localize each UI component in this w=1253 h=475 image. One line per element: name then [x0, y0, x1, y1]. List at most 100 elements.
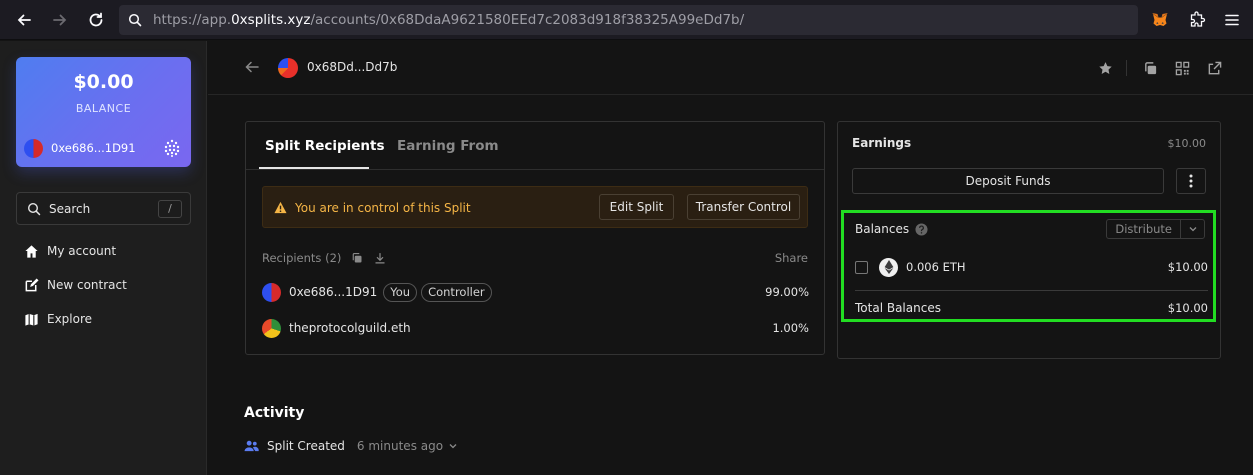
total-balances-label: Total Balances: [855, 301, 941, 315]
total-balances-row: Total Balances $10.00: [855, 301, 1208, 315]
tab-bar: Split Recipients Earning From: [246, 122, 824, 170]
ethereum-icon: [879, 257, 898, 277]
token-row: 0.006 ETH $10.00: [855, 255, 1208, 279]
token-checkbox[interactable]: [855, 260, 868, 274]
recipient-name: theprotocolguild.eth: [289, 321, 411, 335]
activity-item[interactable]: Split Created 6 minutes ago: [244, 439, 458, 453]
home-icon: [25, 244, 38, 258]
browser-toolbar: https://app.0xsplits.xyz/accounts/0x68Dd…: [0, 0, 1253, 40]
users-icon: [244, 440, 259, 452]
main-content: 0x68Dd...Dd7b Split Recipients Earning F…: [208, 41, 1253, 475]
qr-code-button[interactable]: [1173, 59, 1191, 77]
warning-text: You are in control of this Split: [295, 201, 471, 215]
nav-label: Explore: [47, 312, 93, 326]
url-domain: 0xsplits.xyz: [231, 12, 311, 28]
url-path: /accounts/0x68DdaA9621580EEd7c2083d918f3…: [310, 12, 745, 28]
star-icon: [1098, 61, 1112, 74]
external-link-button[interactable]: [1205, 59, 1223, 77]
balances-section: Balances Distribute 0.006 ETH $10.00 Tot…: [841, 210, 1216, 322]
recipient-row[interactable]: theprotocolguild.eth 1.00%: [262, 317, 809, 339]
distribute-label: Distribute: [1115, 222, 1172, 236]
recipient-share: 1.00%: [772, 321, 809, 335]
controller-badge: Controller: [421, 282, 492, 302]
edit-split-button[interactable]: Edit Split: [599, 194, 674, 220]
copy-button[interactable]: [1141, 59, 1159, 77]
url-text: https://app.0xsplits.xyz/accounts/0x68Dd…: [153, 12, 744, 28]
menu-icon[interactable]: [1224, 12, 1240, 28]
edit-icon: [25, 277, 39, 291]
activity-label: Split Created: [267, 439, 345, 453]
more-options-button[interactable]: [1176, 168, 1206, 194]
active-tab-indicator: [259, 167, 369, 169]
total-balances-value: $10.00: [1167, 301, 1208, 315]
page-header: 0x68Dd...Dd7b: [208, 41, 1253, 95]
balance-amount: $0.00: [73, 71, 134, 93]
earnings-total: $10.00: [1167, 137, 1207, 150]
balance-label: BALANCE: [75, 102, 132, 115]
help-icon[interactable]: [915, 222, 928, 236]
recipient-row[interactable]: 0xe686...1D91 You Controller 99.00%: [262, 281, 809, 303]
earnings-panel: Earnings $10.00 Deposit Funds Balances D…: [837, 121, 1221, 359]
distribute-dropdown[interactable]: [1180, 220, 1204, 238]
search-icon: [128, 13, 142, 27]
share-header: Share: [774, 251, 808, 265]
divider: [1126, 60, 1127, 76]
star-button[interactable]: [1096, 59, 1114, 77]
avatar: [278, 58, 298, 78]
avatar: [262, 318, 281, 338]
metamask-icon[interactable]: [1150, 10, 1170, 30]
deposit-funds-button[interactable]: Deposit Funds: [852, 168, 1164, 194]
search-button[interactable]: Search /: [16, 192, 191, 225]
balances-title: Balances: [855, 222, 928, 236]
avatar: [262, 282, 281, 302]
recipient-share: 99.00%: [765, 285, 809, 299]
you-badge: You: [383, 282, 418, 302]
chevron-down-icon: [1189, 227, 1196, 232]
reload-button[interactable]: [82, 6, 110, 34]
extensions-icon[interactable]: [1188, 11, 1206, 29]
nav-item-new-contract[interactable]: New contract: [24, 275, 127, 295]
back-arrow-icon[interactable]: [244, 59, 260, 75]
divider: [855, 290, 1208, 291]
download-icon[interactable]: [374, 252, 386, 264]
balance-card[interactable]: $0.00 BALANCE 0xe686...1D91: [16, 57, 191, 167]
activity-time: 6 minutes ago: [356, 439, 444, 453]
qr-code-icon: [1175, 61, 1189, 75]
back-button[interactable]: [10, 6, 38, 34]
arrow-left-icon: [17, 14, 31, 26]
tab-split-recipients[interactable]: Split Recipients: [265, 138, 385, 154]
copy-icon: [1144, 61, 1156, 74]
recipient-name: 0xe686...1D91: [289, 285, 378, 299]
recipients-header: Recipients (2): [262, 251, 386, 265]
nav-item-explore[interactable]: Explore: [24, 309, 92, 329]
arrow-right-icon: [53, 14, 67, 26]
forward-button[interactable]: [46, 6, 74, 34]
external-link-icon: [1208, 61, 1221, 74]
url-bar[interactable]: https://app.0xsplits.xyz/accounts/0x68Dd…: [119, 5, 1138, 35]
activity-title: Activity: [244, 405, 305, 421]
sidebar: $0.00 BALANCE 0xe686...1D91 Search / My …: [0, 41, 207, 475]
chevron-down-icon[interactable]: [448, 441, 458, 451]
search-icon: [27, 202, 41, 215]
tab-earning-from[interactable]: Earning From: [397, 138, 499, 154]
url-prefix: https://app.: [153, 12, 232, 28]
token-amount: 0.006 ETH: [906, 260, 966, 274]
control-warning: You are in control of this Split Edit Sp…: [262, 186, 808, 228]
nav-label: New contract: [47, 278, 127, 292]
transfer-control-button[interactable]: Transfer Control: [687, 194, 800, 220]
nav-item-my-account[interactable]: My account: [24, 241, 116, 261]
network-dots-icon: [164, 139, 180, 157]
search-label: Search: [49, 201, 91, 216]
nav-label: My account: [47, 244, 117, 258]
balances-label: Balances: [855, 222, 910, 236]
page-title: 0x68Dd...Dd7b: [307, 60, 398, 74]
map-icon: [25, 313, 38, 326]
token-usd-value: $10.00: [1167, 260, 1208, 274]
account-address: 0xe686...1D91: [51, 141, 136, 155]
distribute-button[interactable]: Distribute: [1106, 219, 1205, 239]
warning-icon: [274, 201, 287, 214]
copy-icon[interactable]: [351, 252, 363, 264]
header-actions: [1082, 59, 1223, 77]
more-vertical-icon: [1189, 174, 1193, 188]
reload-icon: [89, 12, 103, 27]
